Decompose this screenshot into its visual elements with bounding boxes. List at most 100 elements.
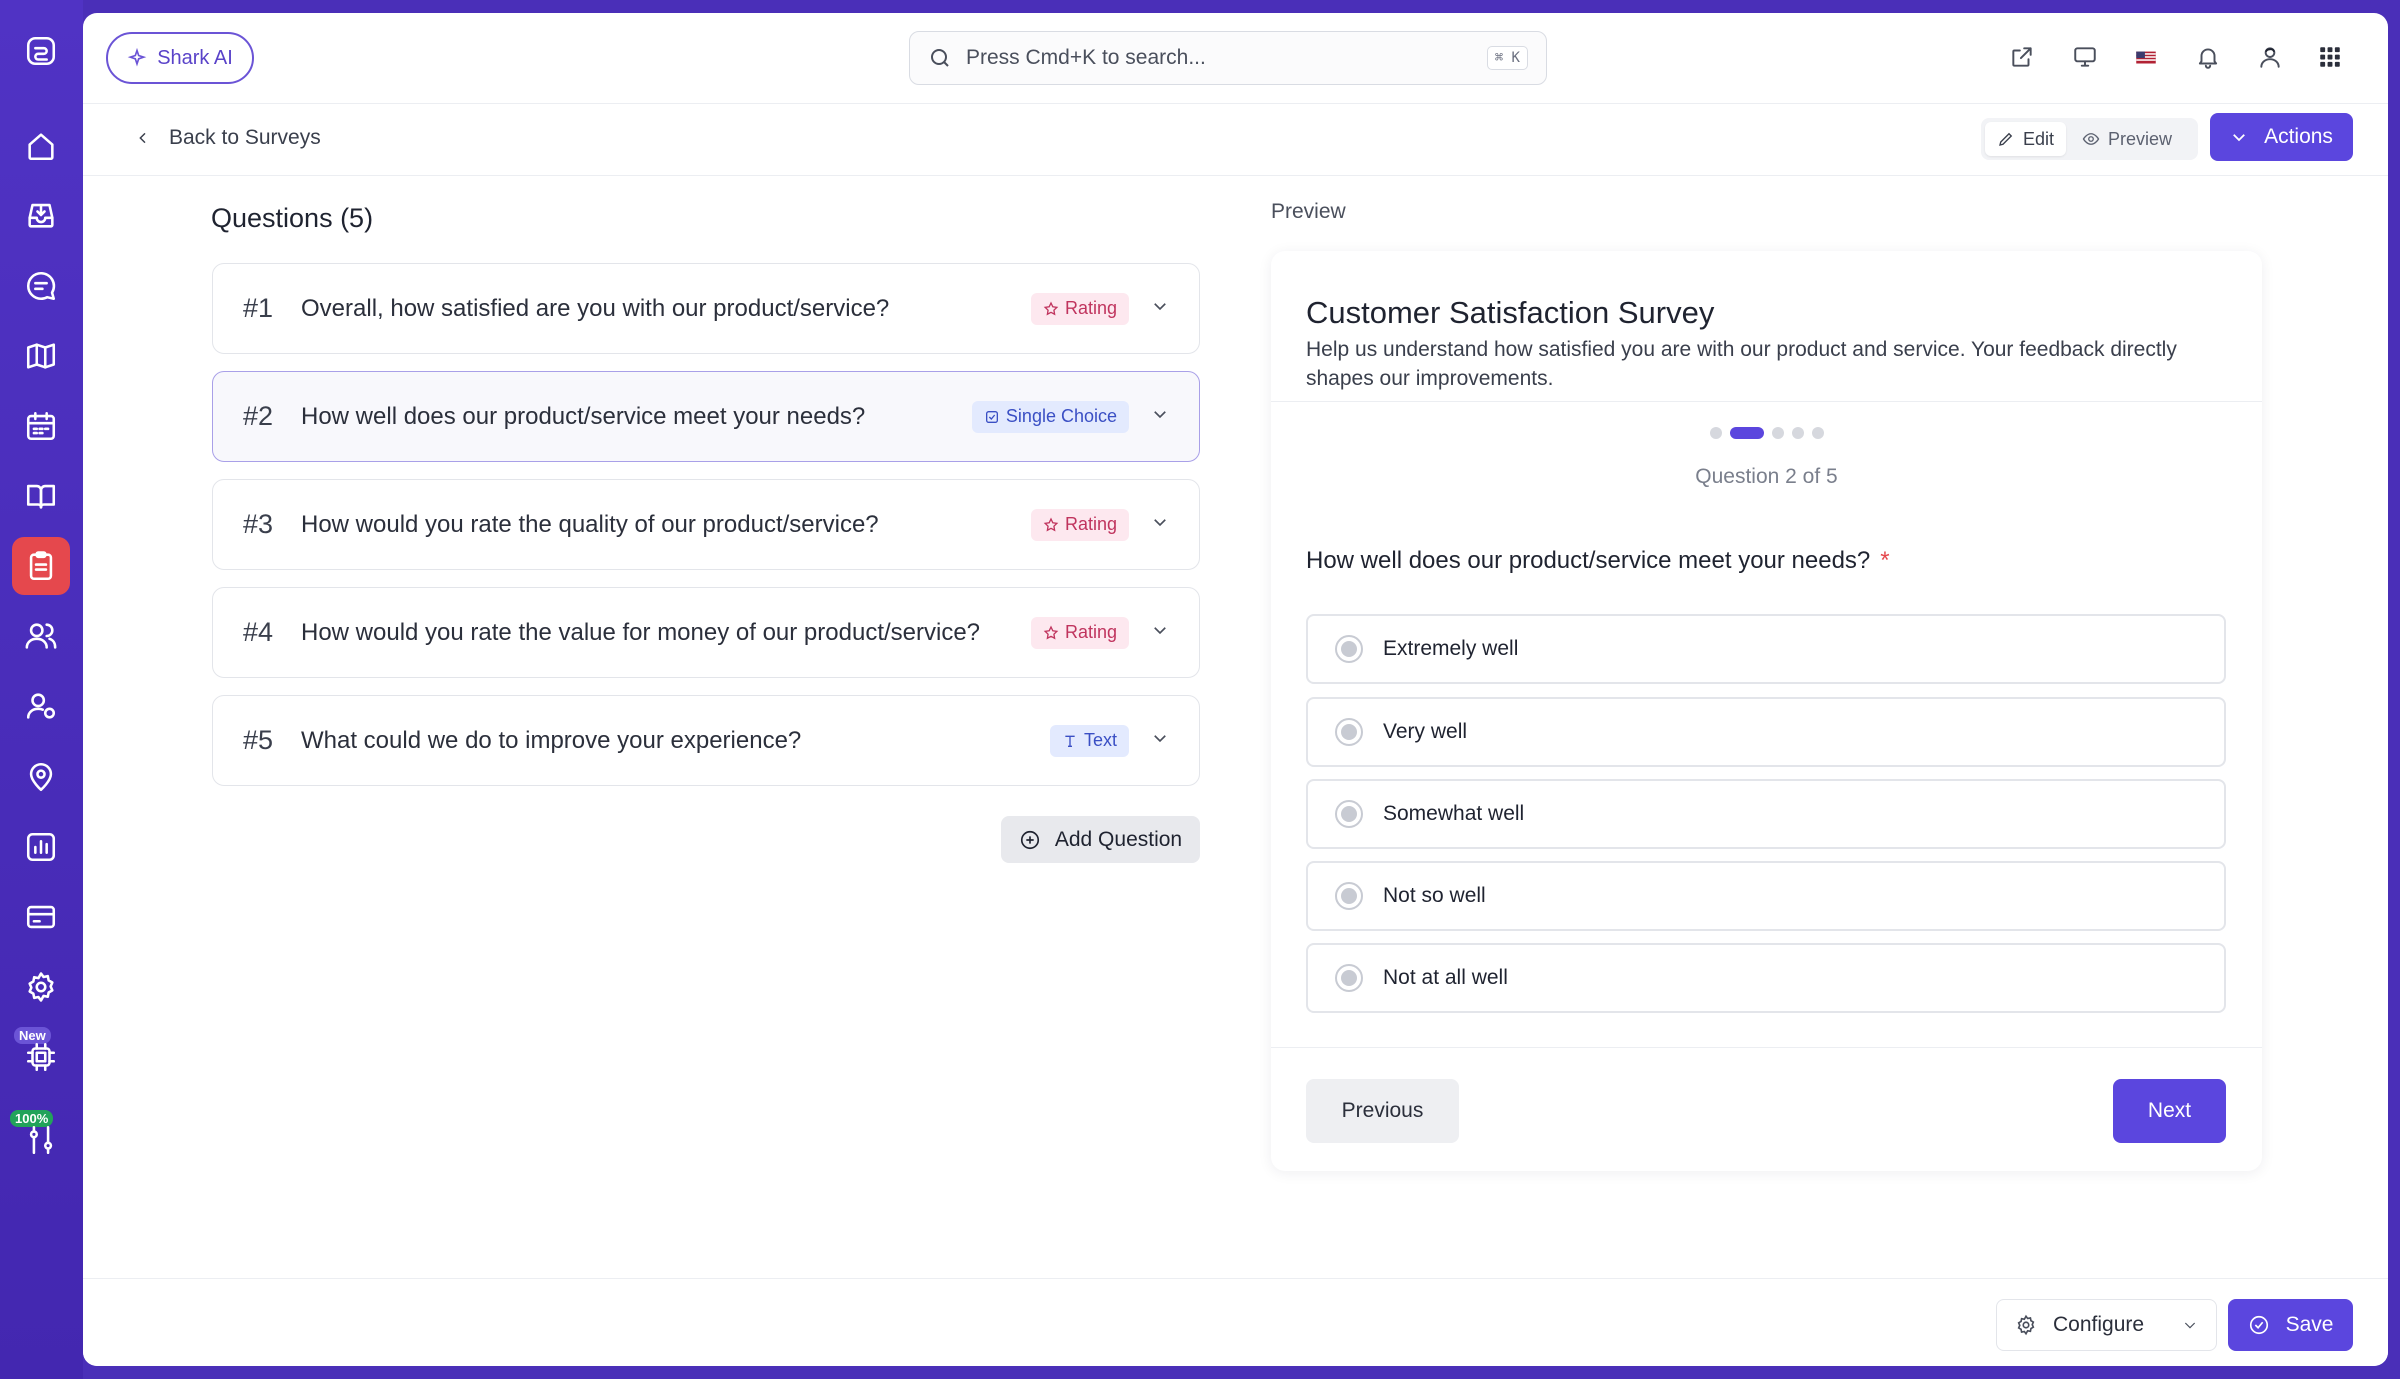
- chevron-down-icon[interactable]: [1151, 405, 1169, 428]
- progress-dot: [1771, 427, 1784, 439]
- previous-button[interactable]: Previous: [1306, 1079, 1459, 1143]
- search-input[interactable]: [966, 46, 1473, 70]
- add-question-label: Add Question: [1054, 827, 1183, 851]
- plus-circle-icon: [1020, 830, 1039, 849]
- add-question-button[interactable]: Add Question: [1001, 816, 1200, 863]
- chevron-down-icon: [2233, 134, 2245, 142]
- credit-card-icon[interactable]: [12, 888, 70, 946]
- question-number: #5: [243, 725, 274, 755]
- question-card-3[interactable]: #3 How would you rate the quality of our…: [212, 479, 1200, 570]
- answer-option[interactable]: Extremely well: [1306, 614, 2226, 684]
- bar-chart-icon[interactable]: [12, 818, 70, 876]
- survey-preview-card: Customer Satisfaction Survey Help us und…: [1271, 251, 2262, 1171]
- radio-button[interactable]: [1335, 800, 1363, 828]
- chevron-down-icon[interactable]: [1151, 513, 1169, 536]
- shark-ai-button[interactable]: Shark AI: [106, 32, 254, 84]
- survey-title: Customer Satisfaction Survey: [1306, 295, 1715, 330]
- question-number: #1: [243, 293, 274, 323]
- progress-dot: [1791, 427, 1804, 439]
- text-type-icon: [1065, 735, 1075, 747]
- chip-icon[interactable]: [12, 1028, 70, 1086]
- chevron-down-icon[interactable]: [1151, 729, 1169, 752]
- question-type-tag: Rating: [1030, 616, 1129, 649]
- external-link-icon[interactable]: [2005, 40, 2039, 74]
- option-label: Not at all well: [1383, 966, 1508, 989]
- answer-option[interactable]: Somewhat well: [1306, 779, 2226, 849]
- preview-button[interactable]: Preview: [2070, 122, 2184, 156]
- save-button[interactable]: Save: [2228, 1299, 2353, 1351]
- question-number: #3: [243, 509, 274, 539]
- checkbox-icon: [985, 410, 998, 423]
- monitor-icon[interactable]: [2068, 40, 2102, 74]
- chat-icon[interactable]: [12, 257, 70, 315]
- actions-label: Actions: [2264, 125, 2333, 148]
- radio-button[interactable]: [1335, 964, 1363, 992]
- us-flag-icon[interactable]: [2129, 40, 2163, 74]
- questions-heading: Questions (5): [211, 203, 374, 233]
- actions-button[interactable]: Actions: [2210, 113, 2353, 161]
- users-icon[interactable]: [12, 607, 70, 665]
- question-type-tag: Text: [1049, 724, 1129, 757]
- book-icon[interactable]: [12, 467, 70, 525]
- next-button[interactable]: Next: [2113, 1079, 2226, 1143]
- clipboard-icon[interactable]: [12, 537, 70, 595]
- preview-heading: Preview: [1271, 200, 1346, 223]
- preview-label: Preview: [2108, 128, 2173, 149]
- chevron-down-icon[interactable]: [1151, 621, 1169, 644]
- check-circle-icon: [2249, 1315, 2268, 1335]
- progress-dot: [1709, 427, 1722, 439]
- search-box[interactable]: ⌘ K: [909, 31, 1547, 85]
- option-label: Very well: [1383, 720, 1468, 743]
- save-label: Save: [2285, 1313, 2334, 1336]
- divider: [1271, 401, 2262, 402]
- sliders-icon[interactable]: [12, 1111, 70, 1169]
- question-type-label: Rating: [1064, 298, 1117, 318]
- chevron-down-icon: [2184, 1322, 2196, 1329]
- option-label: Somewhat well: [1383, 802, 1525, 825]
- progress-dot-active: [1729, 427, 1764, 439]
- user-gear-icon[interactable]: [12, 677, 70, 735]
- radio-button[interactable]: [1335, 718, 1363, 746]
- question-type-tag: Rating: [1030, 508, 1129, 541]
- avatar[interactable]: [2253, 40, 2287, 74]
- preview-question-text: How well does our product/service meet y…: [1306, 547, 1871, 574]
- configure-button[interactable]: Configure: [1996, 1299, 2217, 1351]
- back-to-surveys-link[interactable]: Back to Surveys: [135, 126, 321, 150]
- question-number: #2: [243, 401, 274, 431]
- question-type-label: Rating: [1064, 514, 1117, 534]
- pencil-icon: [1999, 132, 2013, 146]
- question-card-4[interactable]: #4 How would you rate the value for mone…: [212, 587, 1200, 678]
- radio-button[interactable]: [1335, 635, 1363, 663]
- bottom-bar: Configure Save: [83, 1278, 2388, 1366]
- logo-icon[interactable]: [12, 22, 70, 80]
- edit-button[interactable]: Edit: [1985, 122, 2067, 156]
- top-bar: Shark AI ⌘ K: [83, 13, 2388, 104]
- location-icon[interactable]: [12, 748, 70, 806]
- main-panel: Shark AI ⌘ K: [83, 13, 2388, 1366]
- shark-ai-label: Shark AI: [157, 46, 233, 69]
- left-rail: New 100%: [0, 0, 83, 1379]
- radio-button[interactable]: [1335, 882, 1363, 910]
- map-icon[interactable]: [12, 327, 70, 385]
- question-card-5[interactable]: #5 What could we do to improve your expe…: [212, 695, 1200, 786]
- home-icon[interactable]: [12, 117, 70, 175]
- chevron-down-icon[interactable]: [1151, 297, 1169, 320]
- question-text: How well does our product/service meet y…: [301, 402, 866, 430]
- progress-dot: [1811, 427, 1824, 439]
- question-text: How would you rate the value for money o…: [301, 618, 981, 646]
- edit-preview-toggle: Edit Preview: [1981, 118, 2198, 160]
- question-count: Question 2 of 5: [1695, 465, 1838, 488]
- survey-description: Help us understand how satisfied you are…: [1306, 338, 2177, 390]
- question-card-2[interactable]: #2 How well does our product/service mee…: [212, 371, 1200, 462]
- question-card-1[interactable]: #1 Overall, how satisfied are you with o…: [212, 263, 1200, 354]
- gear-icon[interactable]: [12, 958, 70, 1016]
- apps-grid-icon[interactable]: [2313, 40, 2347, 74]
- calendar-icon[interactable]: [12, 397, 70, 455]
- inbox-download-icon[interactable]: [12, 186, 70, 244]
- answer-option[interactable]: Not at all well: [1306, 943, 2226, 1013]
- question-type-label: Rating: [1064, 622, 1117, 642]
- answer-option[interactable]: Not so well: [1306, 861, 2226, 931]
- answer-option[interactable]: Very well: [1306, 697, 2226, 767]
- bell-icon[interactable]: [2191, 40, 2225, 74]
- search-shortcut: ⌘ K: [1486, 46, 1528, 70]
